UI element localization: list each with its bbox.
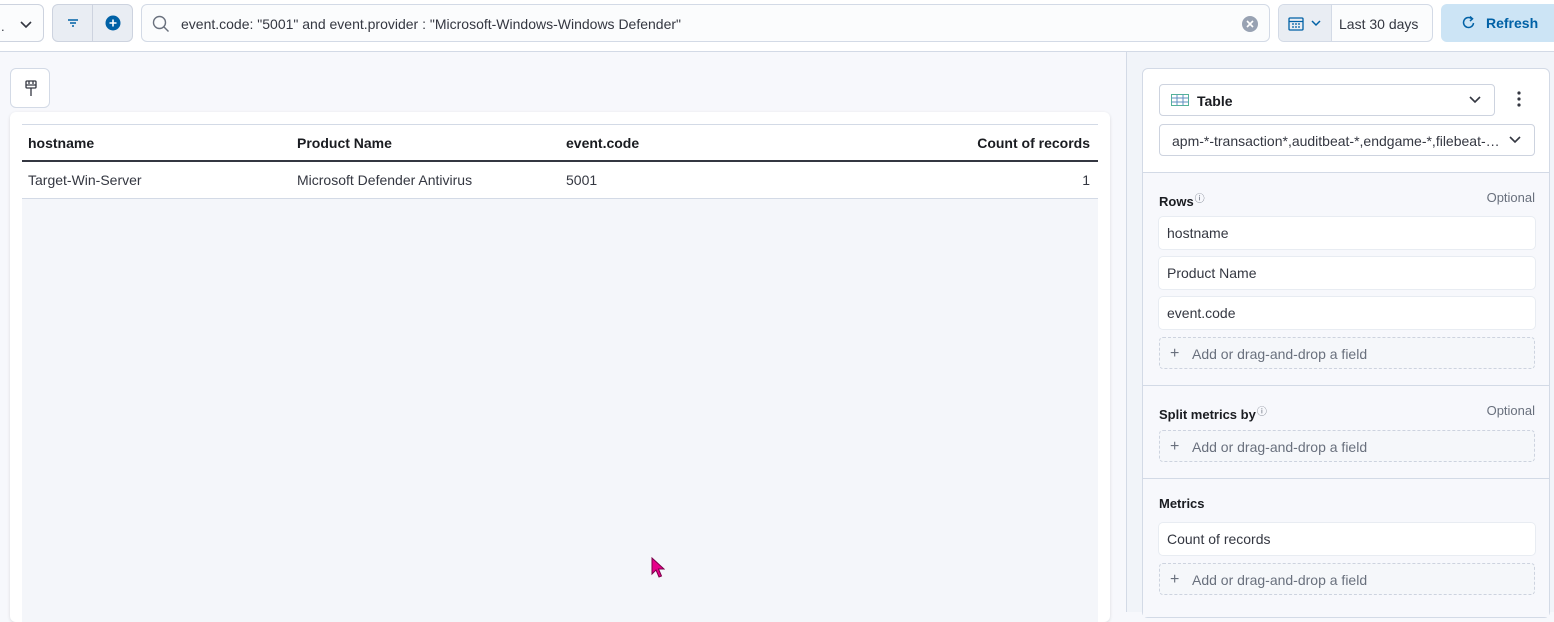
query-bar: . event.code: "5001" and event.provider … — [0, 0, 1554, 52]
data-view-select[interactable]: . — [0, 4, 44, 42]
chevron-down-icon — [1509, 136, 1521, 144]
filter-button-group — [52, 4, 133, 42]
paintbrush-icon — [25, 80, 37, 96]
table-empty-area — [22, 199, 1098, 622]
help-icon[interactable]: ⓘ — [1195, 194, 1205, 205]
chevron-down-icon — [1311, 20, 1321, 27]
style-options-button[interactable] — [10, 68, 50, 108]
cell-count: 1 — [1082, 172, 1090, 188]
visualization-type-select[interactable]: Table — [1159, 84, 1495, 116]
dimension-pill-event-code[interactable]: event.code — [1159, 297, 1535, 329]
plus-icon: + — [1170, 345, 1180, 362]
plus-icon: + — [1170, 438, 1180, 455]
refresh-label: Refresh — [1486, 15, 1539, 31]
refresh-icon — [1462, 15, 1475, 29]
chevron-down-icon — [1469, 96, 1481, 104]
search-icon — [152, 15, 169, 32]
data-view-picker[interactable]: apm-*-transaction*,auditbeat-*,endgame-*… — [1159, 124, 1535, 156]
quick-menu-button[interactable] — [1279, 5, 1332, 41]
metric-pill-count[interactable]: Count of records — [1159, 523, 1535, 555]
dimension-pill-product-name[interactable]: Product Name — [1159, 257, 1535, 289]
column-header-product-name[interactable]: Product Name — [297, 135, 392, 151]
visualization-type-label: Table — [1197, 93, 1233, 109]
date-picker: Last 30 days — [1278, 4, 1433, 42]
mouse-cursor-icon — [651, 557, 665, 578]
cell-event-code: 5001 — [566, 172, 598, 188]
metrics-section-label: Metrics — [1159, 496, 1205, 511]
more-options-icon[interactable] — [1513, 90, 1525, 108]
add-split-field-button[interactable]: + Add or drag-and-drop a field — [1159, 430, 1535, 462]
column-header-hostname[interactable]: hostname — [28, 135, 94, 151]
chevron-down-icon — [20, 21, 32, 29]
workspace-panel: hostname Product Name event.code Count o… — [10, 112, 1110, 622]
plus-icon: + — [1170, 571, 1180, 588]
add-filter-button[interactable] — [93, 5, 132, 41]
cell-product-name: Microsoft Defender Antivirus — [297, 172, 473, 188]
dimension-pill-hostname[interactable]: hostname — [1159, 217, 1535, 249]
query-input[interactable]: event.code: "5001" and event.provider : … — [141, 4, 1270, 42]
table-header: hostname Product Name event.code Count o… — [22, 124, 1098, 162]
date-range-label[interactable]: Last 30 days — [1339, 16, 1418, 32]
calendar-icon — [1288, 17, 1304, 31]
clear-icon[interactable] — [1241, 15, 1259, 33]
data-view-label: apm-*-transaction*,auditbeat-*,endgame-*… — [1172, 133, 1502, 149]
data-table: hostname Product Name event.code Count o… — [22, 124, 1098, 199]
add-rows-field-button[interactable]: + Add or drag-and-drop a field — [1159, 337, 1535, 369]
plus-circle-icon — [105, 15, 121, 31]
refresh-button[interactable]: Refresh — [1441, 4, 1554, 42]
rows-optional-label: Optional — [1486, 190, 1535, 205]
filter-icon — [68, 19, 78, 27]
cell-hostname: Target-Win-Server — [28, 172, 142, 188]
query-text[interactable]: event.code: "5001" and event.provider : … — [181, 16, 681, 32]
column-header-event-code[interactable]: event.code — [566, 135, 639, 151]
help-icon[interactable]: ⓘ — [1257, 407, 1267, 418]
column-header-count[interactable]: Count of records — [977, 135, 1090, 151]
config-panel: Table apm-*-transaction*,auditbeat-*,end… — [1142, 68, 1550, 618]
filter-menu-button[interactable] — [53, 5, 93, 41]
split-optional-label: Optional — [1486, 403, 1535, 418]
table-icon — [1171, 94, 1189, 106]
data-view-label: . — [1, 19, 5, 34]
add-metric-field-button[interactable]: + Add or drag-and-drop a field — [1159, 563, 1535, 595]
split-section-label: Split metrics byⓘ — [1159, 407, 1267, 422]
rows-section-label: Rowsⓘ — [1159, 194, 1205, 209]
table-row: Target-Win-Server Microsoft Defender Ant… — [22, 162, 1098, 199]
